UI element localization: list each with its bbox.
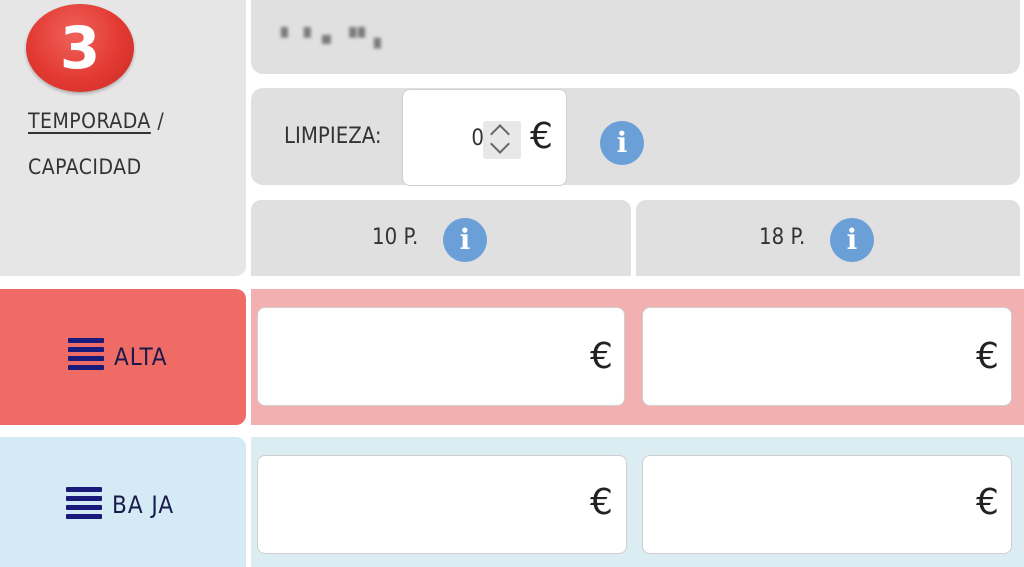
capacity-col-2 [636, 200, 1020, 276]
capacidad-label: CAPACIDAD [28, 155, 142, 179]
euro-icon: € [976, 336, 999, 377]
menu-icon[interactable] [68, 338, 104, 372]
cleaning-stepper[interactable] [483, 121, 521, 159]
blurred-property-name: ▘▝ ▪ ▝▘▖ [281, 28, 390, 49]
info-icon[interactable]: i [830, 218, 874, 262]
capacity-label-1: 10 P. [372, 225, 419, 250]
header-title: TEMPORADA / CAPACIDAD [28, 98, 238, 190]
euro-icon: € [530, 116, 553, 157]
menu-icon[interactable] [66, 487, 102, 521]
capacity-col-1 [251, 200, 631, 276]
info-icon[interactable]: i [443, 218, 487, 262]
cleaning-label: LIMPIEZA: [284, 124, 382, 149]
price-input-alta-18[interactable] [642, 307, 1012, 406]
temporada-label: TEMPORADA [28, 109, 151, 133]
info-icon[interactable]: i [600, 121, 644, 165]
price-input-baja-18[interactable] [642, 455, 1012, 554]
capacity-label-2: 18 P. [759, 225, 806, 250]
price-input-baja-10[interactable] [257, 455, 627, 554]
season-label-baja: BA JA [112, 491, 175, 519]
step-badge: 3 [26, 4, 134, 92]
cleaning-value[interactable]: 0 [440, 126, 484, 151]
euro-icon: € [590, 336, 613, 377]
euro-icon: € [976, 482, 999, 523]
season-label-alta: ALTA [114, 343, 168, 371]
slash-text: / [150, 109, 165, 133]
euro-icon: € [590, 482, 613, 523]
price-input-alta-10[interactable] [257, 307, 625, 406]
